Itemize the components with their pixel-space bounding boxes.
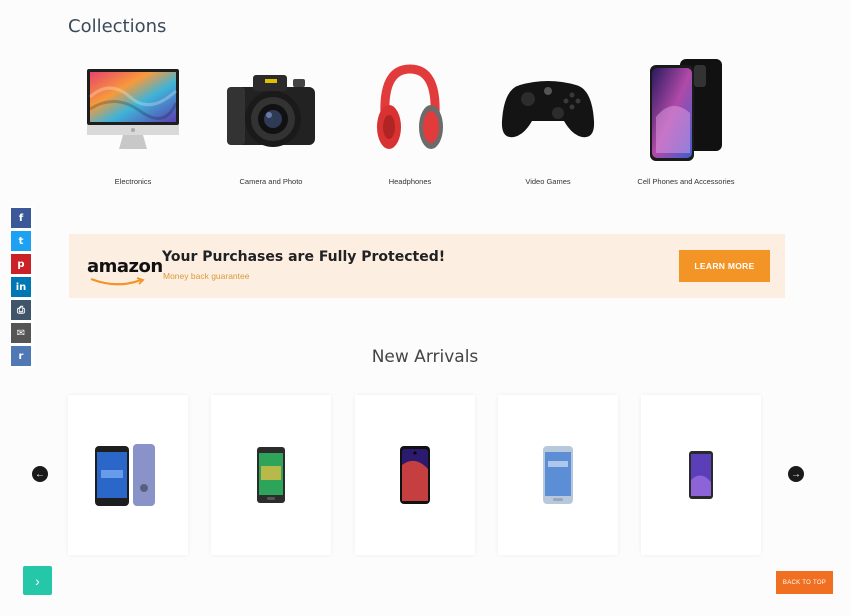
print-button[interactable]: ⎙ bbox=[11, 300, 31, 320]
new-arrivals-title: New Arrivals bbox=[371, 347, 479, 367]
product-card[interactable] bbox=[211, 395, 331, 555]
collection-cell-phones[interactable]: Cell Phones and Accessories bbox=[621, 55, 751, 186]
collection-label: Headphones bbox=[388, 177, 432, 186]
product-phone-image bbox=[95, 444, 155, 506]
imac-icon bbox=[68, 55, 198, 165]
collection-camera-and-photo[interactable]: Camera and Photo bbox=[206, 55, 336, 186]
print-icon: ⎙ bbox=[17, 304, 25, 316]
product-phone-image bbox=[543, 446, 573, 504]
twitter-icon: t bbox=[18, 235, 24, 247]
gamepad-icon bbox=[483, 55, 613, 165]
social-share-bar: f t p in ⎙ ✉ r bbox=[10, 206, 34, 368]
carousel-next-button[interactable]: → bbox=[788, 466, 804, 482]
product-phone-image bbox=[689, 451, 713, 499]
collection-label: Video Games bbox=[525, 177, 571, 186]
linkedin-share-button[interactable]: in bbox=[11, 277, 31, 297]
chevron-right-icon: › bbox=[35, 572, 40, 589]
smartphone-icon bbox=[621, 55, 751, 165]
product-card[interactable] bbox=[498, 395, 618, 555]
chat-toggle-button[interactable]: › bbox=[23, 566, 52, 595]
camera-icon bbox=[206, 55, 336, 165]
collection-headphones[interactable]: Headphones bbox=[345, 55, 475, 186]
twitter-share-button[interactable]: t bbox=[11, 231, 31, 251]
collection-label: Electronics bbox=[114, 177, 152, 186]
protection-banner: amazon Your Purchases are Fully Protecte… bbox=[69, 234, 785, 298]
collection-electronics[interactable]: Electronics bbox=[68, 55, 198, 186]
linkedin-icon: in bbox=[15, 281, 27, 293]
headphones-icon bbox=[345, 55, 475, 165]
product-phone-image bbox=[257, 447, 285, 503]
carousel-prev-button[interactable]: ← bbox=[32, 466, 48, 482]
arrow-right-icon: → bbox=[791, 468, 801, 480]
collection-label: Camera and Photo bbox=[239, 177, 303, 186]
collections-title: Collections bbox=[68, 16, 167, 37]
arrow-left-icon: ← bbox=[35, 468, 45, 480]
amazon-smile-icon bbox=[90, 277, 145, 286]
banner-subtitle: Money back guarantee bbox=[163, 271, 250, 281]
banner-title: Your Purchases are Fully Protected! bbox=[162, 249, 446, 265]
product-card[interactable] bbox=[68, 395, 188, 555]
product-phone-image bbox=[400, 446, 430, 504]
pinterest-share-button[interactable]: p bbox=[11, 254, 31, 274]
learn-more-button[interactable]: LEARN MORE bbox=[679, 250, 770, 282]
collection-label: Cell Phones and Accessories bbox=[637, 177, 735, 186]
product-card[interactable] bbox=[641, 395, 761, 555]
email-share-button[interactable]: ✉ bbox=[11, 323, 31, 343]
amazon-logo: amazon bbox=[87, 256, 163, 277]
pinterest-icon: p bbox=[17, 258, 25, 270]
product-card[interactable] bbox=[355, 395, 475, 555]
facebook-icon: f bbox=[18, 212, 24, 224]
email-icon: ✉ bbox=[16, 327, 26, 339]
page: Collections Electronics Camera and Photo… bbox=[0, 0, 850, 616]
back-to-top-button[interactable]: BACK TO TOP bbox=[776, 571, 833, 594]
collection-video-games[interactable]: Video Games bbox=[483, 55, 613, 186]
facebook-share-button[interactable]: f bbox=[11, 208, 31, 228]
